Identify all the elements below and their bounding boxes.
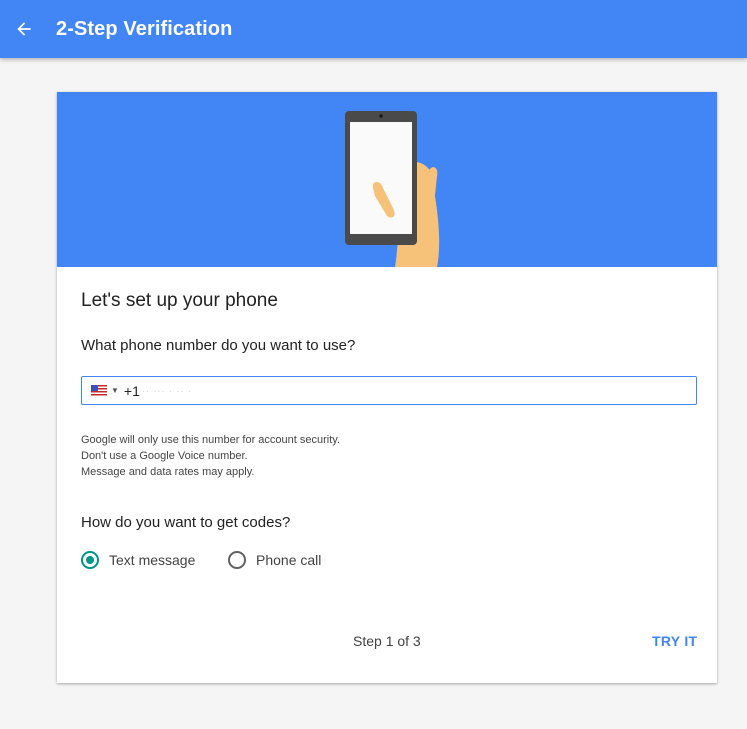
note-line: Message and data rates may apply.: [81, 466, 255, 478]
try-it-button[interactable]: TRY IT: [644, 625, 705, 657]
redacted-number: ·· ··· · ·· ·: [141, 385, 192, 396]
back-button[interactable]: [0, 0, 48, 58]
phone-question: What phone number do you want to use?: [81, 337, 356, 354]
step-indicator: Step 1 of 3: [353, 633, 421, 649]
text-message-label: Text message: [109, 552, 196, 568]
us-flag-icon[interactable]: [91, 385, 107, 396]
country-dropdown-icon[interactable]: ▼: [111, 386, 119, 395]
hand-holding-phone-illustration: [345, 111, 440, 267]
radio-unchecked-icon[interactable]: [228, 551, 246, 569]
page-title: 2-Step Verification: [56, 17, 233, 40]
phone-number-input[interactable]: ▼ +1 ·· ··· · ·· ·: [81, 376, 697, 405]
radio-checked-icon[interactable]: [81, 551, 99, 569]
text-message-option[interactable]: Text message: [81, 551, 195, 569]
codes-question: How do you want to get codes?: [81, 514, 291, 531]
phone-call-label: Phone call: [256, 552, 322, 568]
hero-banner: [57, 92, 717, 267]
note-line: Don't use a Google Voice number.: [81, 450, 248, 462]
phone-call-option[interactable]: Phone call: [228, 551, 321, 569]
card-title: Let's set up your phone: [81, 290, 278, 311]
phone-number-value: +1: [123, 382, 140, 399]
note-line: Google will only use this number for acc…: [81, 434, 341, 446]
arrow-back-icon: [17, 22, 31, 36]
app-bar: 2-Step Verification: [0, 0, 747, 58]
setup-phone-card: Let's set up your phone What phone numbe…: [57, 92, 717, 683]
